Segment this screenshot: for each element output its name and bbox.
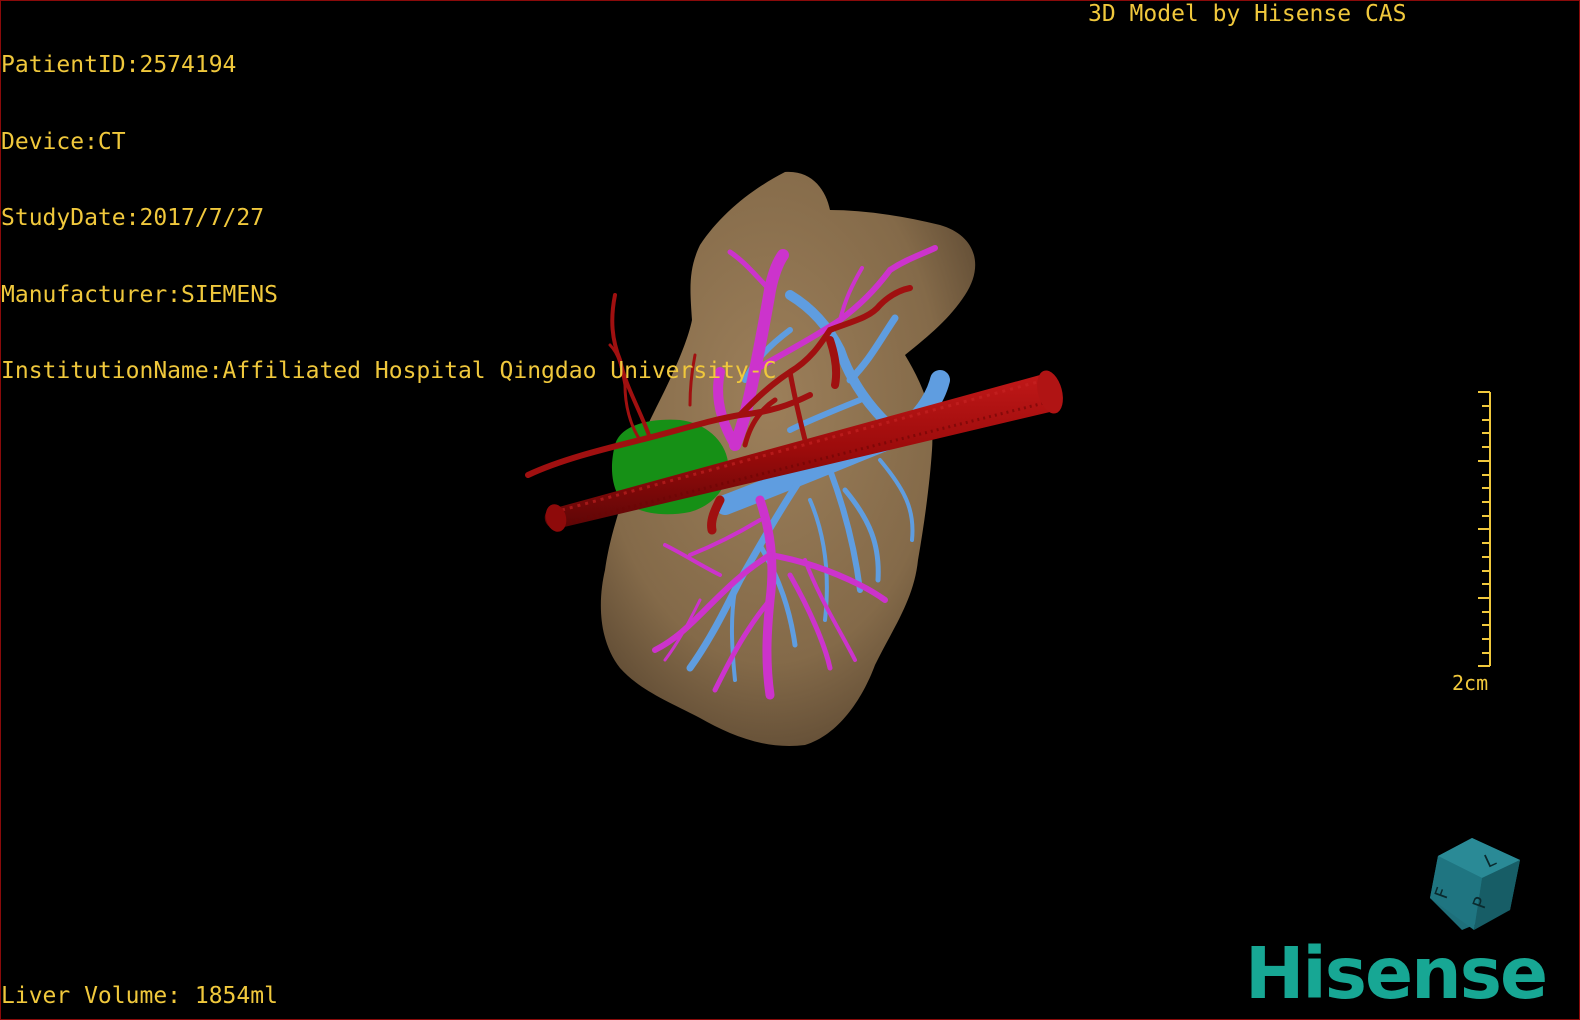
- hisense-logo: Hisense: [1245, 932, 1548, 1015]
- liver-volume-text: Liver Volume: 1854ml: [1, 983, 278, 1009]
- study-date-text: StudyDate:2017/7/27: [1, 205, 265, 231]
- patient-info-overlay: PatientID:2574194 Device:CT StudyDate:20…: [1, 2, 776, 410]
- device-text: Device:CT: [1, 128, 126, 155]
- model-credit-title: 3D Model by Hisense CAS: [1088, 1, 1407, 27]
- scale-bar: [1478, 391, 1491, 667]
- patient-id-text: PatientID:2574194: [1, 52, 237, 78]
- manufacturer-text: Manufacturer:SIEMENS: [1, 281, 278, 308]
- institution-text: InstitutionName:Affiliated Hospital Qing…: [1, 358, 777, 384]
- scale-bar-label: 2cm: [1452, 671, 1489, 695]
- orientation-cube-icon[interactable]: F L P: [1430, 838, 1530, 938]
